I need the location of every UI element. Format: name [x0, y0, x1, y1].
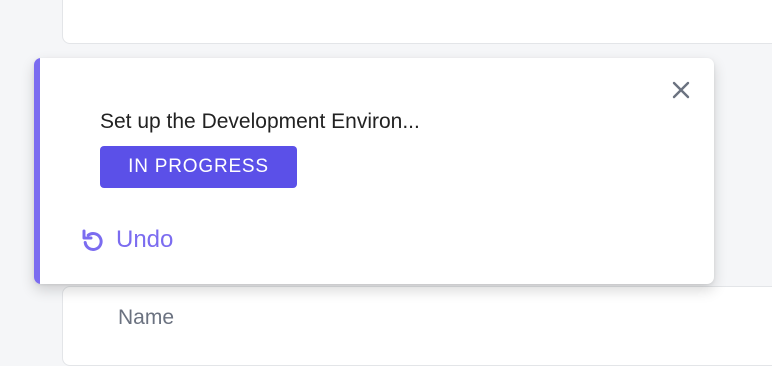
- undo-label: Undo: [116, 226, 174, 253]
- undo-icon: [82, 229, 103, 251]
- background-card: [62, 0, 772, 44]
- toast-accent-bar: [34, 58, 40, 284]
- close-icon: [672, 81, 690, 99]
- close-button[interactable]: [670, 79, 692, 101]
- task-table: Name: [62, 286, 772, 366]
- task-title: Set up the Development Environ...: [100, 110, 420, 133]
- undo-toast: Set up the Development Environ... IN PRO…: [34, 58, 714, 284]
- status-badge: IN PROGRESS: [100, 146, 297, 188]
- column-header-name[interactable]: Name: [118, 306, 174, 330]
- undo-button[interactable]: Undo: [80, 224, 173, 256]
